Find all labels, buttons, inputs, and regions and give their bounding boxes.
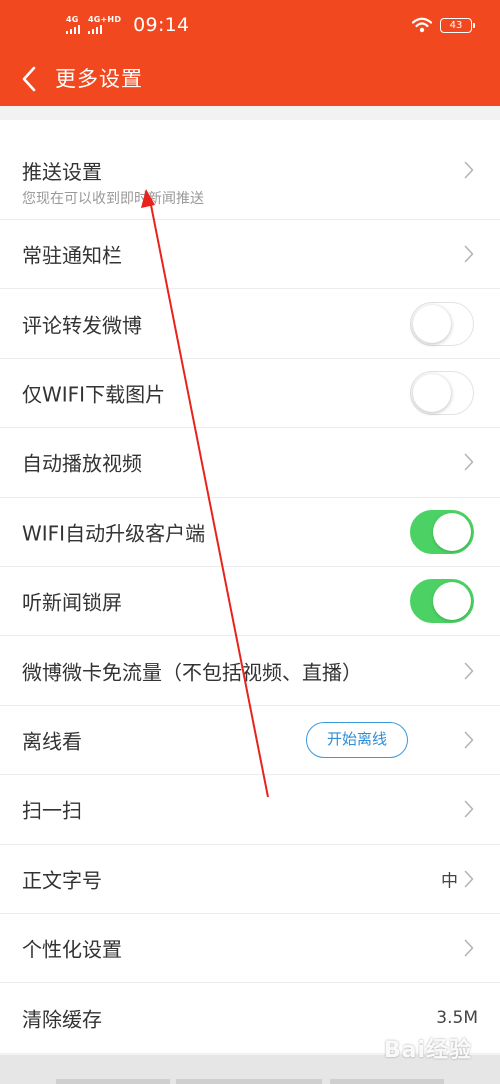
status-bar: 4G 4G+HD 09:14 43 [0,0,500,52]
chevron-right-icon [464,245,474,263]
toggle-knob [413,304,451,343]
start-offline-button[interactable]: 开始离线 [305,721,408,758]
wifi-auto-upgrade-toggle[interactable] [410,509,474,554]
row-label: WIFI自动升级客户端 [22,521,206,546]
network-type-1: 4G [66,15,79,24]
row-label: 正文字号 [22,868,102,893]
settings-row-listen-news-lock-screen: 听新闻锁屏 [0,567,500,637]
row-label: 个性化设置 [22,937,122,962]
settings-row-wifi-auto-upgrade: WIFI自动升级客户端 [0,498,500,567]
settings-row-offline-reading[interactable]: 离线看 开始离线 [0,706,500,776]
chevron-right-icon [464,731,474,749]
settings-row-weibo-card-free-data[interactable]: 微博微卡免流量（不包括视频、直播） [0,636,500,706]
status-left: 4G 4G+HD 09:14 [66,14,189,36]
toggle-knob [413,373,451,412]
status-right: 43 [412,17,475,33]
signal-bars-icon [66,25,80,34]
settings-row-autoplay-video[interactable]: 自动播放视频 [0,428,500,498]
row-label: 常驻通知栏 [22,243,122,268]
row-label: 离线看 [22,729,82,754]
battery-level: 43 [449,19,463,31]
wifi-only-images-toggle[interactable] [410,370,474,415]
signal-2: 4G+HD [88,16,121,34]
settings-list: 推送设置 您现在可以收到即时新闻推送 常驻通知栏 评论转发微博 仅WIFI下载图… [0,120,500,1053]
back-chevron-icon[interactable] [18,65,40,93]
chevron-right-icon [464,801,474,818]
row-label: 推送设置 [22,160,102,184]
chevron-right-icon [464,161,474,178]
status-time: 09:14 [133,14,190,36]
settings-row-push[interactable]: 推送设置 您现在可以收到即时新闻推送 [0,120,500,220]
row-label: 扫一扫 [22,798,82,823]
settings-row-personalization[interactable]: 个性化设置 [0,914,500,984]
signal-bars-icon [88,25,102,34]
network-type-2: 4G+HD [88,15,122,24]
watermark: Bai经验 [383,1038,472,1063]
strip-segment [330,1079,444,1084]
comment-repost-weibo-toggle[interactable] [410,301,474,346]
row-label: 微博微卡免流量（不包括视频、直播） [22,660,362,685]
font-size-value: 中 [441,871,458,892]
strip-segment [176,1079,322,1084]
wifi-icon [412,17,432,33]
row-label: 仅WIFI下载图片 [22,382,166,407]
settings-row-font-size[interactable]: 正文字号 中 [0,845,500,914]
chevron-right-icon [464,870,474,888]
cache-size-value: 3.5M [436,1007,478,1028]
page-title: 更多设置 [55,67,143,91]
settings-row-scan[interactable]: 扫一扫 [0,775,500,845]
signal-1: 4G [66,16,80,34]
settings-row-notification-bar[interactable]: 常驻通知栏 [0,220,500,290]
app-bar: 更多设置 [0,52,500,106]
chevron-right-icon [464,454,474,471]
toggle-knob [433,582,471,621]
toggle-knob [433,512,471,551]
settings-row-comment-repost-weibo: 评论转发微博 [0,289,500,359]
row-label: 评论转发微博 [22,313,142,338]
row-subtitle: 您现在可以收到即时新闻推送 [22,191,204,207]
row-label: 听新闻锁屏 [22,590,122,615]
battery-icon: 43 [440,17,475,33]
chevron-right-icon [464,939,474,957]
row-label: 自动播放视频 [22,451,142,476]
settings-row-wifi-only-images: 仅WIFI下载图片 [0,359,500,429]
chevron-right-icon [464,662,474,679]
strip-segment [56,1079,170,1084]
row-label: 清除缓存 [22,1007,102,1032]
listen-news-lock-screen-toggle[interactable] [410,579,474,624]
